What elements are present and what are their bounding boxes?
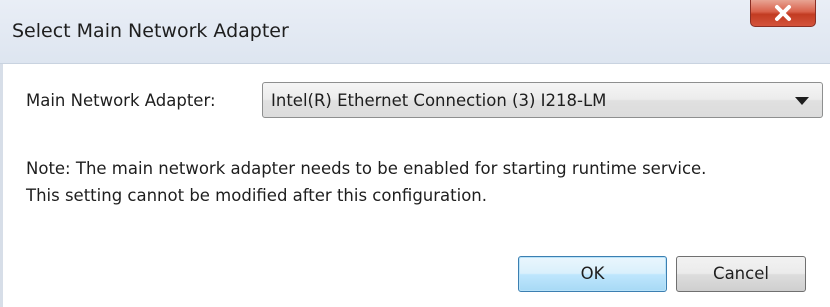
adapter-dropdown[interactable]: Intel(R) Ethernet Connection (3) I218-LM xyxy=(262,82,823,118)
adapter-label: Main Network Adapter: xyxy=(26,91,216,110)
cancel-button[interactable]: Cancel xyxy=(676,256,806,292)
window-left-border xyxy=(0,64,3,307)
dialog-title: Select Main Network Adapter xyxy=(12,20,289,42)
adapter-selected-value: Intel(R) Ethernet Connection (3) I218-LM xyxy=(271,91,607,110)
close-button[interactable] xyxy=(750,0,816,27)
title-bar[interactable]: Select Main Network Adapter xyxy=(0,0,830,64)
chevron-down-icon xyxy=(795,97,809,105)
note-text-line-1: Note: The main network adapter needs to … xyxy=(26,159,707,178)
note-text-line-2: This setting cannot be modified after th… xyxy=(26,186,488,205)
dialog-window: Select Main Network Adapter Main Network… xyxy=(0,0,830,307)
ok-button[interactable]: OK xyxy=(518,256,667,292)
close-icon xyxy=(775,5,791,21)
